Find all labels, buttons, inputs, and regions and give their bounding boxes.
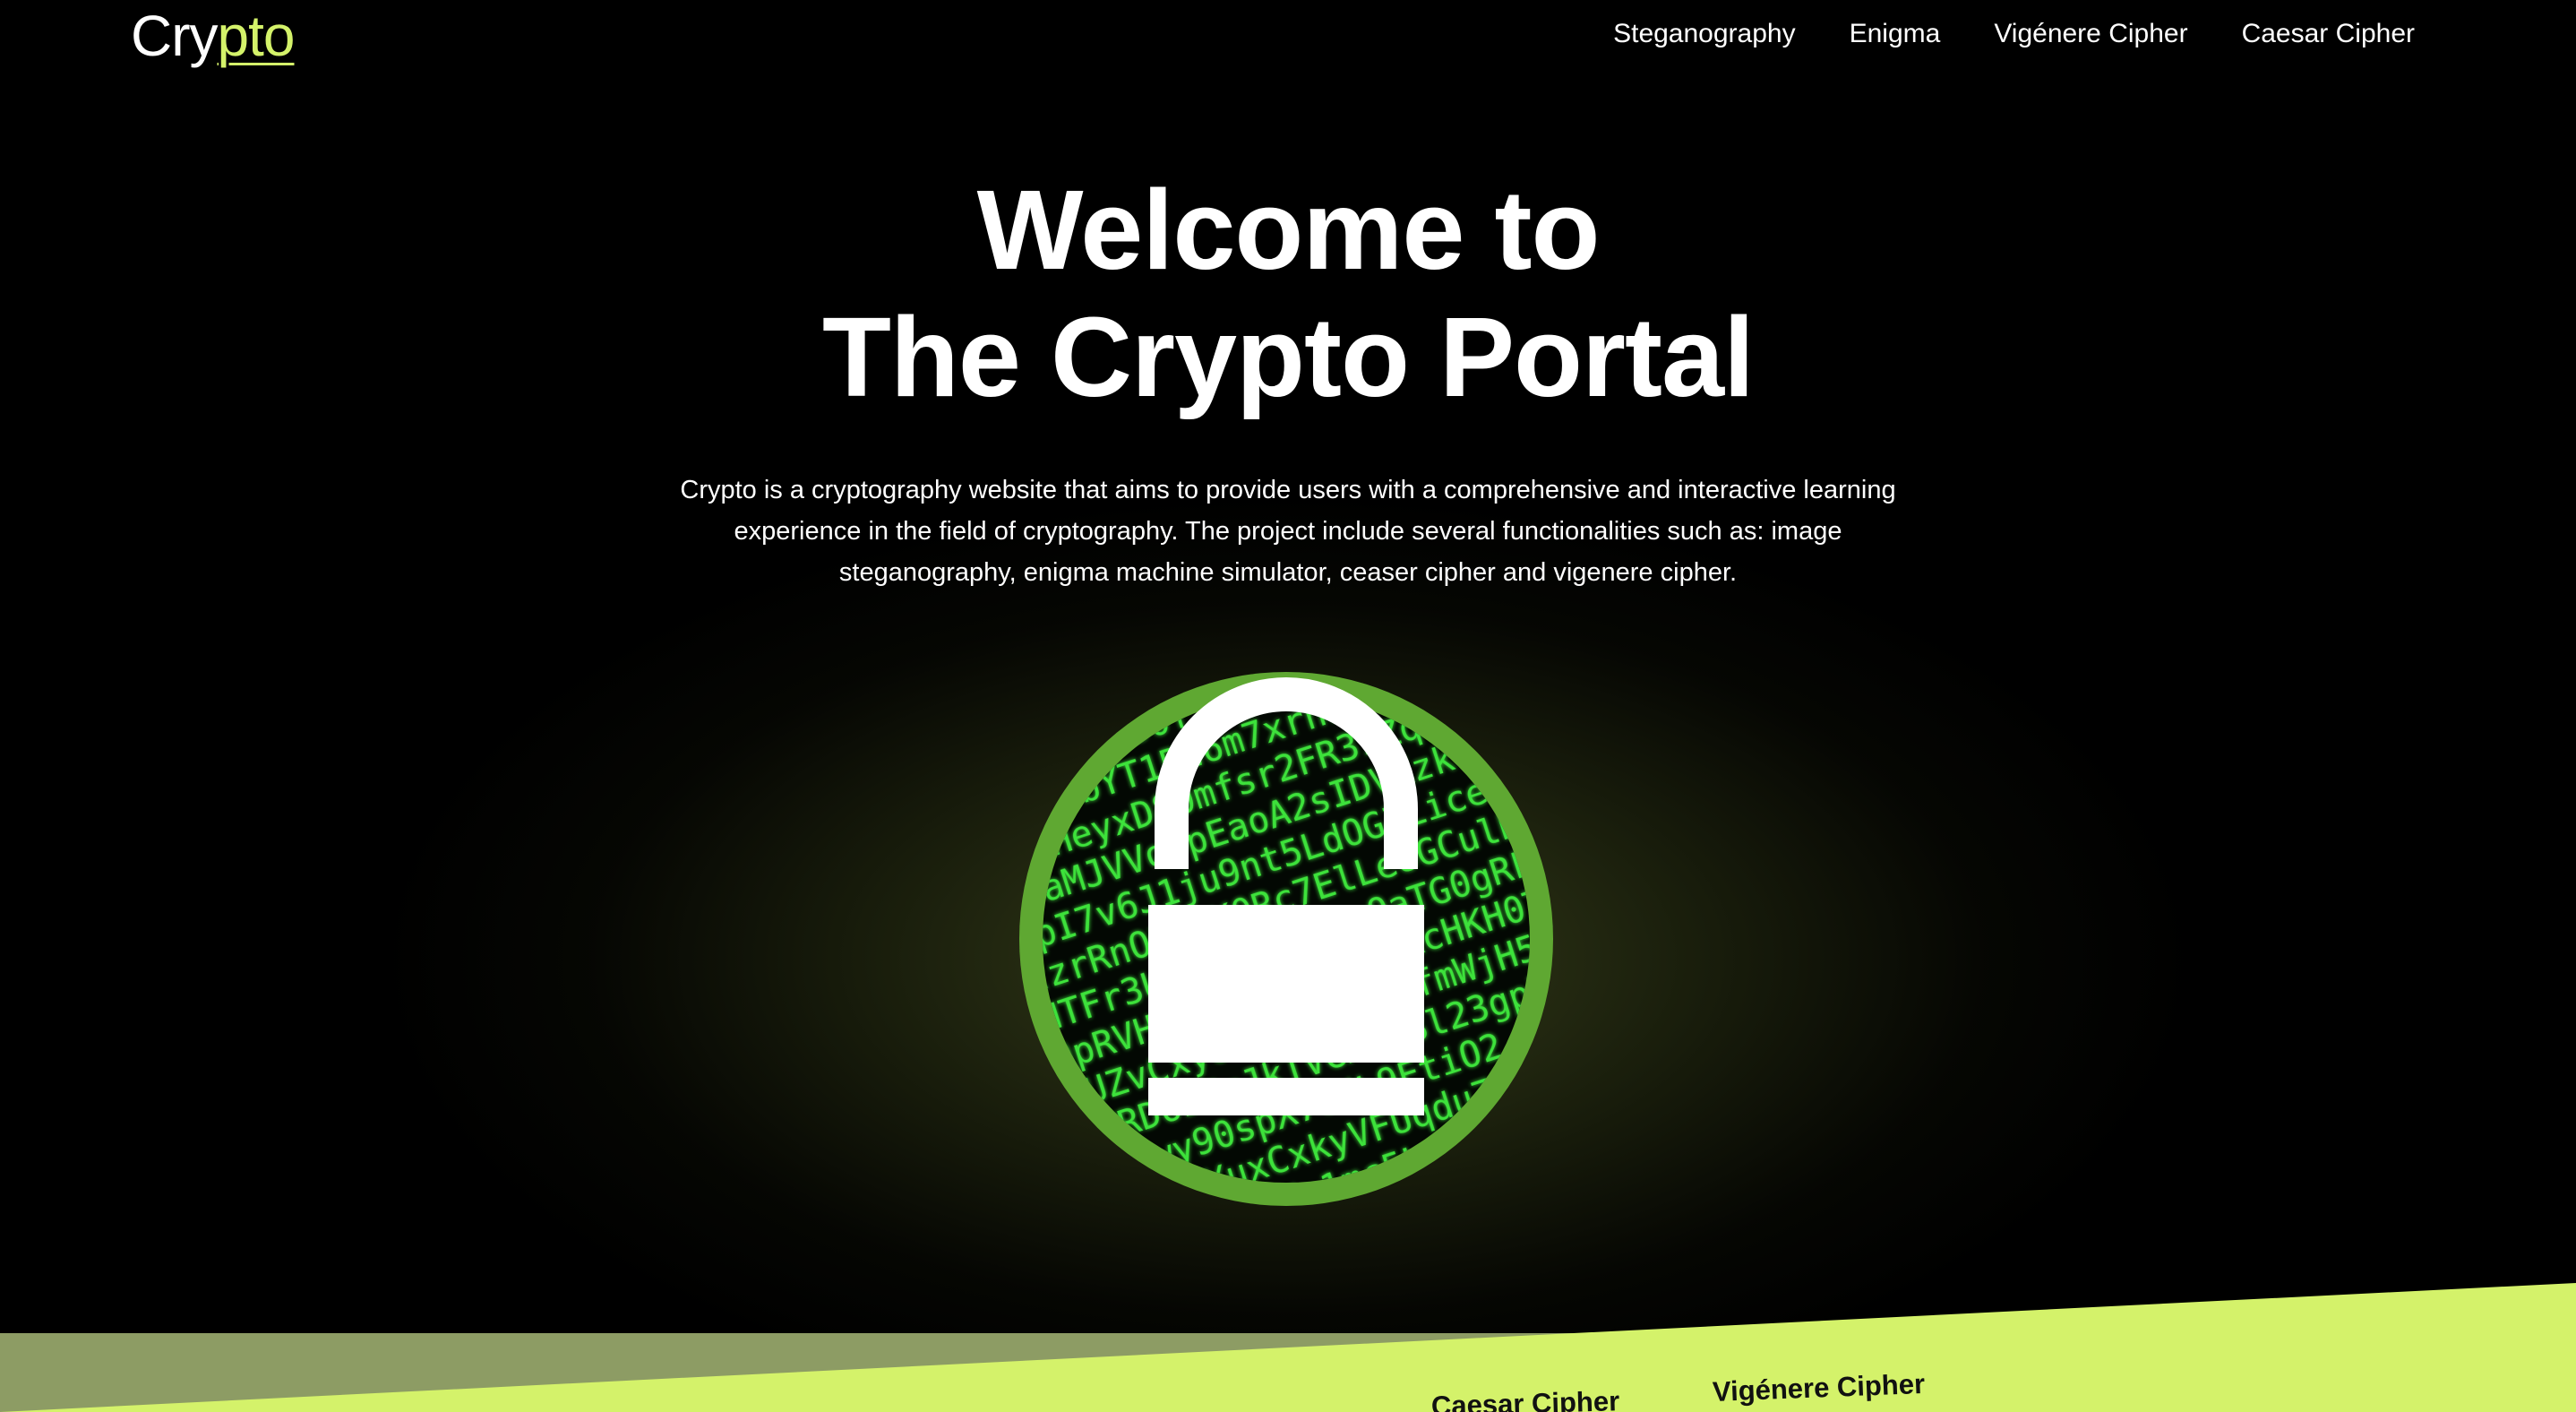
logo-text-part1: Cry <box>131 4 219 68</box>
navbar: Crypto Steganography Enigma Vigénere Cip… <box>0 0 2576 72</box>
padlock-icon: x7Tq3YRAS0fT0pl8sa9ndpJIIsbYT1BW6m7xrnkd… <box>1018 670 1555 1208</box>
nav-link-enigma[interactable]: Enigma <box>1850 16 1941 52</box>
page: Crypto Steganography Enigma Vigénere Cip… <box>0 0 2576 1412</box>
lock-body <box>1148 905 1424 1063</box>
nav-link-vigenere-cipher[interactable]: Vigénere Cipher <box>1994 16 2187 52</box>
hero-title: Welcome to The Crypto Portal <box>0 167 2576 421</box>
hero-title-line2: The Crypto Portal <box>821 294 1755 420</box>
padlock-illustration: x7Tq3YRAS0fT0pl8sa9ndpJIIsbYT1BW6m7xrnkd… <box>1019 672 1553 1206</box>
footer-band <box>0 1272 2576 1412</box>
nav-links: Steganography Enigma Vigénere Cipher Cae… <box>1613 16 2415 52</box>
hero-title-line1: Welcome to <box>976 167 1601 293</box>
band-label-caesar-cipher[interactable]: Caesar Cipher <box>1430 1385 1619 1412</box>
lock-base-bar <box>1148 1078 1424 1115</box>
nav-link-caesar-cipher[interactable]: Caesar Cipher <box>2242 16 2415 52</box>
hero-description: Crypto is a cryptography website that ai… <box>680 476 1896 587</box>
logo-text-part2: pto <box>217 4 296 68</box>
logo-link[interactable]: Crypto <box>131 4 295 68</box>
nav-link-steganography[interactable]: Steganography <box>1613 16 1796 52</box>
